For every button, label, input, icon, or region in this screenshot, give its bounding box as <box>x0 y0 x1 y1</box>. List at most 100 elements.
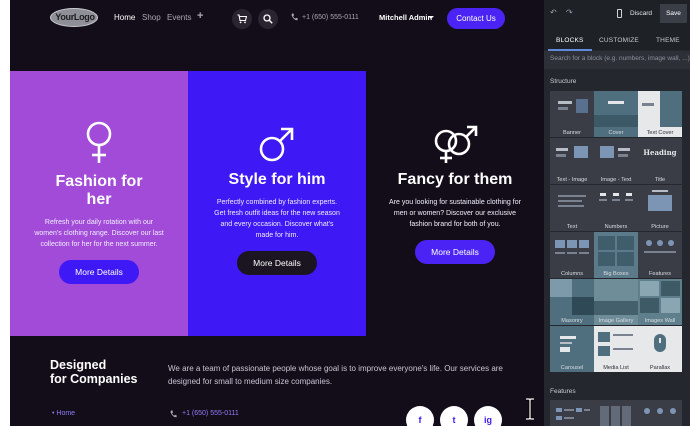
column-fashion-for-her: Fashion for her Refresh your daily rotati… <box>10 71 188 336</box>
block-label: Masonry <box>561 318 583 324</box>
user-menu[interactable]: Mitchell Admin <box>379 13 432 22</box>
nav-events[interactable]: Events <box>167 13 191 22</box>
more-details-button[interactable]: More Details <box>237 251 317 275</box>
block-label: Text - Image <box>556 177 588 183</box>
column-title-line: Fancy for them <box>397 171 513 188</box>
editor-tabs: BLOCKS CUSTOMIZE THEME <box>544 28 690 50</box>
couple-symbol-icon <box>434 125 478 163</box>
block-feature-2[interactable] <box>594 400 638 426</box>
column-title-line: Fashion for <box>55 173 143 190</box>
save-button[interactable]: Save <box>660 4 687 23</box>
nav-home[interactable]: Home <box>114 13 135 22</box>
column-style-for-him: Style for him Perfectly combined by fash… <box>188 71 366 336</box>
block-label: Carousel <box>560 365 584 371</box>
footer-heading-line: for Companies <box>50 372 138 386</box>
undo-icon[interactable]: ↶ <box>550 8 557 17</box>
website-preview: YourLogo Home Shop Events + +1 (650) 555… <box>10 0 544 426</box>
column-title-line: Style for him <box>228 171 326 188</box>
block-label: Cover <box>608 130 624 136</box>
column-text: Perfectly combined by fashion experts. G… <box>214 199 340 239</box>
block-text-image[interactable]: Text - Image <box>550 138 594 184</box>
block-cover[interactable]: Cover <box>594 91 638 137</box>
cart-icon <box>237 14 247 24</box>
block-images-wall[interactable]: Images Wall <box>638 279 682 325</box>
structure-section-title: Structure <box>550 78 577 85</box>
nav-shop[interactable]: Shop <box>142 13 161 22</box>
block-label: Image - Text <box>600 177 632 183</box>
block-image-text[interactable]: Image - Text <box>594 138 638 184</box>
block-banner[interactable]: Banner <box>550 91 594 137</box>
column-text: Are you looking for sustainable clothing… <box>389 199 521 228</box>
features-section-title: Features <box>550 388 576 395</box>
tab-blocks[interactable]: BLOCKS <box>556 37 584 44</box>
block-feature-1[interactable] <box>550 400 594 426</box>
female-symbol-icon <box>86 121 112 163</box>
contact-us-button[interactable]: Contact Us <box>447 8 505 29</box>
plus-icon[interactable]: + <box>197 10 203 22</box>
facebook-icon[interactable]: f <box>406 406 434 426</box>
block-masonry[interactable]: Masonry <box>550 279 594 325</box>
search-icon <box>263 14 273 24</box>
block-carousel[interactable]: Carousel <box>550 326 594 372</box>
block-label: Parallax <box>649 365 671 371</box>
block-image-gallery[interactable]: Image Gallery <box>594 279 638 325</box>
block-picture[interactable]: Picture <box>638 185 682 231</box>
discard-button[interactable]: Discard <box>630 10 652 17</box>
chevron-down-icon[interactable] <box>428 16 434 19</box>
phone-icon <box>170 410 177 418</box>
block-label: Images Wall <box>644 318 676 324</box>
logo-text: YourLogo <box>55 12 95 22</box>
block-label: Title <box>654 177 666 183</box>
block-media-list[interactable]: Media List <box>594 326 638 372</box>
instagram-icon[interactable]: ig <box>474 406 502 426</box>
phone-icon <box>291 13 298 21</box>
block-label: Media List <box>603 365 629 371</box>
footer-home-link[interactable]: • Home <box>52 410 75 417</box>
more-details-button[interactable]: More Details <box>415 240 495 264</box>
redo-icon[interactable]: ↷ <box>566 8 573 17</box>
column-title: Style for him <box>202 171 352 189</box>
block-label: Image Gallery <box>598 318 634 324</box>
block-title[interactable]: Heading Title <box>638 138 682 184</box>
editor-toolbar: ↶ ↷ Discard Save <box>544 0 690 28</box>
block-columns[interactable]: Columns <box>550 232 594 278</box>
column-fancy-for-them: Fancy for them Are you looking for susta… <box>366 71 544 336</box>
editor-panel: ↶ ↷ Discard Save BLOCKS CUSTOMIZE THEME … <box>544 0 690 426</box>
tab-theme[interactable]: THEME <box>656 37 680 44</box>
block-big-boxes[interactable]: Big Boxes <box>594 232 638 278</box>
search-placeholder: Search for a block (e.g. numbers, image … <box>550 55 690 62</box>
column-title: Fashion for her <box>24 173 174 209</box>
block-text-cover[interactable]: Text Cover <box>638 91 682 137</box>
block-label: Big Boxes <box>603 271 629 277</box>
column-title: Fancy for them <box>380 171 530 189</box>
footer-heading-line: Designed <box>50 358 107 372</box>
header-phone[interactable]: +1 (650) 555-0111 <box>302 14 359 21</box>
tab-customize[interactable]: CUSTOMIZE <box>599 37 639 44</box>
block-label: Banner <box>562 130 582 136</box>
site-logo[interactable]: YourLogo <box>50 8 98 27</box>
block-label: Picture <box>651 224 669 230</box>
column-title-line: her <box>86 191 112 208</box>
search-button[interactable] <box>258 9 278 29</box>
block-label: Text <box>566 224 578 230</box>
block-text[interactable]: Text <box>550 185 594 231</box>
twitter-icon[interactable]: t <box>440 406 468 426</box>
block-numbers[interactable]: Numbers <box>594 185 638 231</box>
male-symbol-icon <box>259 127 294 162</box>
footer-phone[interactable]: +1 (650) 555-0111 <box>182 410 239 417</box>
block-features[interactable]: Features <box>638 232 682 278</box>
block-label: Text Cover <box>646 130 674 136</box>
block-label: Features <box>648 271 672 277</box>
more-details-button[interactable]: More Details <box>59 260 139 284</box>
text-cursor-icon <box>526 398 534 420</box>
title-block-preview: Heading <box>643 148 677 157</box>
footer-about-text: We are a team of passionate people whose… <box>168 364 503 386</box>
column-text: Refresh your daily rotation with our wom… <box>34 219 164 248</box>
block-label: Columns <box>560 271 584 277</box>
block-feature-3[interactable] <box>638 400 682 426</box>
block-label: Numbers <box>604 224 628 230</box>
cart-button[interactable] <box>232 9 252 29</box>
block-search-input[interactable]: Search for a block (e.g. numbers, image … <box>544 51 690 69</box>
block-parallax[interactable]: Parallax <box>638 326 682 372</box>
mobile-preview-icon[interactable] <box>617 9 622 18</box>
